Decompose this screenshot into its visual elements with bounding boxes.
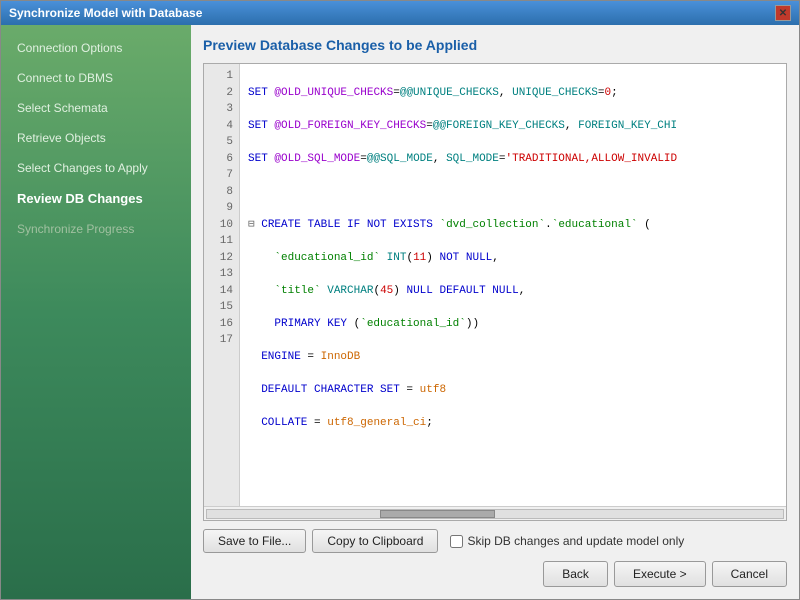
sidebar-item-connection-options[interactable]: Connection Options <box>1 33 191 63</box>
code-line-5: ⊟ CREATE TABLE IF NOT EXISTS `dvd_collec… <box>248 217 778 234</box>
horizontal-scrollbar-area <box>204 506 786 520</box>
footer-buttons: Back Execute > Cancel <box>203 561 787 587</box>
bottom-buttons: Save to File... Copy to Clipboard Skip D… <box>203 529 787 553</box>
code-line-3: SET @OLD_SQL_MODE=@@SQL_MODE, SQL_MODE='… <box>248 151 778 168</box>
code-scroll-area[interactable]: 12345 678910 1112131415 1617 SET @OLD_UN… <box>204 64 786 506</box>
code-line-8: PRIMARY KEY (`educational_id`)) <box>248 316 778 333</box>
code-line-13 <box>248 481 778 498</box>
title-bar: Synchronize Model with Database ✕ <box>1 1 799 25</box>
back-button[interactable]: Back <box>543 561 608 587</box>
scrollbar-thumb[interactable] <box>380 510 495 518</box>
sidebar-item-connect-to-dbms[interactable]: Connect to DBMS <box>1 63 191 93</box>
code-content: SET @OLD_UNIQUE_CHECKS=@@UNIQUE_CHECKS, … <box>240 64 786 506</box>
skip-changes-label: Skip DB changes and update model only <box>450 534 684 548</box>
execute-button[interactable]: Execute > <box>614 561 706 587</box>
code-line-9: ENGINE = InnoDB <box>248 349 778 366</box>
close-button[interactable]: ✕ <box>775 5 791 21</box>
code-line-1: SET @OLD_UNIQUE_CHECKS=@@UNIQUE_CHECKS, … <box>248 85 778 102</box>
code-line-6: `educational_id` INT(11) NOT NULL, <box>248 250 778 267</box>
sidebar-item-review-db-changes[interactable]: Review DB Changes <box>1 183 191 214</box>
code-line-10: DEFAULT CHARACTER SET = utf8 <box>248 382 778 399</box>
cancel-button[interactable]: Cancel <box>712 561 787 587</box>
line-numbers: 12345 678910 1112131415 1617 <box>204 64 240 506</box>
sidebar-item-select-changes[interactable]: Select Changes to Apply <box>1 153 191 183</box>
main-window: Synchronize Model with Database ✕ Connec… <box>0 0 800 600</box>
save-to-file-button[interactable]: Save to File... <box>203 529 306 553</box>
main-panel: Preview Database Changes to be Applied 1… <box>191 25 799 599</box>
code-line-7: `title` VARCHAR(45) NULL DEFAULT NULL, <box>248 283 778 300</box>
skip-changes-checkbox[interactable] <box>450 535 463 548</box>
code-line-4 <box>248 184 778 201</box>
content-area: Connection Options Connect to DBMS Selec… <box>1 25 799 599</box>
code-line-12 <box>248 448 778 465</box>
page-title: Preview Database Changes to be Applied <box>203 37 787 53</box>
window-title: Synchronize Model with Database <box>9 6 202 20</box>
code-line-2: SET @OLD_FOREIGN_KEY_CHECKS=@@FOREIGN_KE… <box>248 118 778 135</box>
sidebar: Connection Options Connect to DBMS Selec… <box>1 25 191 599</box>
horizontal-scrollbar[interactable] <box>206 509 784 519</box>
sidebar-item-retrieve-objects[interactable]: Retrieve Objects <box>1 123 191 153</box>
sidebar-item-select-schemata[interactable]: Select Schemata <box>1 93 191 123</box>
sidebar-item-synchronize-progress: Synchronize Progress <box>1 214 191 244</box>
code-container: 12345 678910 1112131415 1617 SET @OLD_UN… <box>203 63 787 521</box>
code-line-11: COLLATE = utf8_general_ci; <box>248 415 778 432</box>
copy-to-clipboard-button[interactable]: Copy to Clipboard <box>312 529 438 553</box>
